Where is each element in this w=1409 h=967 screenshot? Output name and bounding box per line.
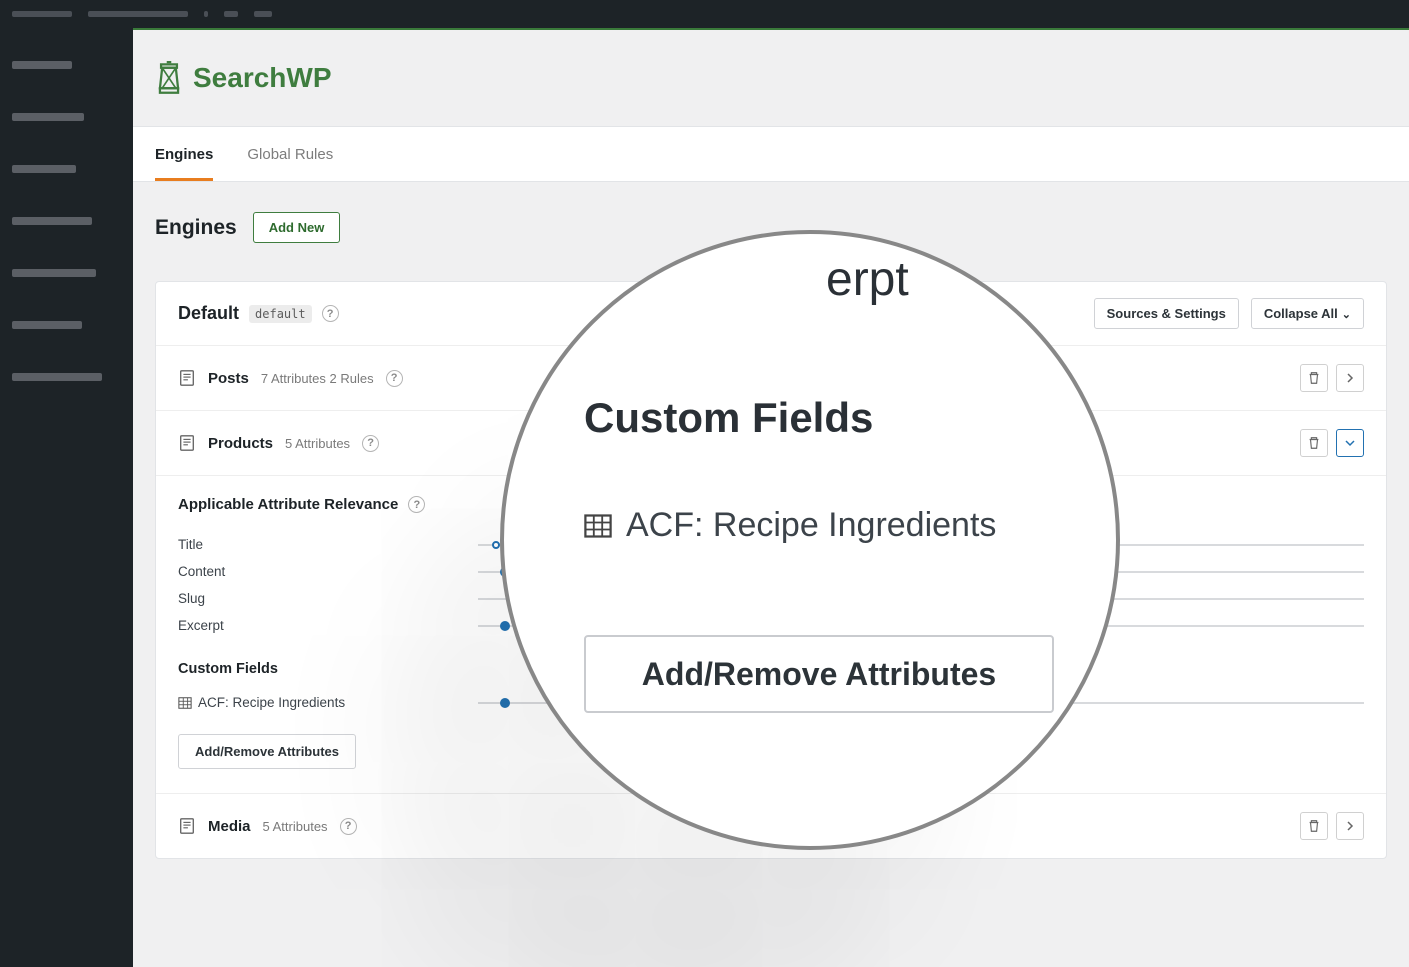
source-meta: 5 Attributes	[285, 436, 350, 451]
lantern-icon	[155, 61, 183, 95]
engines-title: Engines	[155, 216, 237, 240]
attribute-label: Slug	[178, 591, 478, 606]
tab-global-rules[interactable]: Global Rules	[247, 128, 333, 181]
document-icon	[178, 434, 196, 452]
expand-source-button[interactable]	[1336, 812, 1364, 840]
source-name: Products	[208, 435, 273, 452]
help-icon[interactable]: ?	[322, 305, 339, 322]
sidebar-item[interactable]	[0, 256, 133, 290]
sidebar-item[interactable]	[0, 360, 133, 394]
help-icon[interactable]: ?	[386, 370, 403, 387]
expand-source-button[interactable]	[1336, 364, 1364, 392]
engine-slug-tag: default	[249, 305, 312, 323]
add-new-engine-button[interactable]: Add New	[253, 212, 341, 243]
chevron-down-icon	[1345, 438, 1355, 448]
topbar-placeholder	[12, 11, 72, 17]
attribute-label: Content	[178, 564, 478, 579]
tab-engines[interactable]: Engines	[155, 128, 213, 181]
delete-source-button[interactable]	[1300, 364, 1328, 392]
trash-icon	[1307, 436, 1321, 450]
zoom-custom-fields-heading: Custom Fields	[584, 394, 1046, 442]
source-meta: 7 Attributes 2 Rules	[261, 371, 374, 386]
admin-sidebar	[0, 28, 133, 967]
zoom-custom-field-row: ACF: Recipe Ingredients	[584, 506, 1046, 545]
help-icon[interactable]: ?	[408, 496, 425, 513]
table-icon	[178, 696, 198, 710]
sources-settings-button[interactable]: Sources & Settings	[1094, 298, 1239, 329]
topbar-placeholder	[88, 11, 188, 17]
collapse-all-button[interactable]: Collapse All⌄	[1251, 298, 1364, 329]
admin-top-bar	[0, 0, 1409, 28]
sidebar-item[interactable]	[0, 308, 133, 342]
sidebar-item[interactable]	[0, 100, 133, 134]
zoom-add-remove-attributes-button[interactable]: Add/Remove Attributes	[584, 635, 1054, 713]
plugin-header: SearchWP	[133, 30, 1409, 126]
sidebar-item[interactable]	[0, 48, 133, 82]
trash-icon	[1307, 819, 1321, 833]
attribute-label: Excerpt	[178, 618, 478, 633]
attribute-label: Title	[178, 537, 478, 552]
topbar-placeholder	[204, 11, 208, 17]
zoom-callout: erpt Custom Fields ACF: Recipe Ingredien…	[500, 230, 1120, 850]
help-icon[interactable]: ?	[362, 435, 379, 452]
topbar-placeholder	[224, 11, 238, 17]
collapse-source-button[interactable]	[1336, 429, 1364, 457]
brand-name: SearchWP	[193, 62, 332, 94]
chevron-down-icon: ⌄	[1342, 309, 1351, 321]
delete-source-button[interactable]	[1300, 812, 1328, 840]
chevron-right-icon	[1345, 373, 1355, 383]
zoom-field-label: ACF: Recipe Ingredients	[626, 506, 996, 545]
engine-name: Default	[178, 303, 239, 324]
sidebar-item[interactable]	[0, 204, 133, 238]
nav-tabs: Engines Global Rules	[133, 126, 1409, 182]
zoom-partial-text: erpt	[826, 252, 909, 307]
add-remove-attributes-button[interactable]: Add/Remove Attributes	[178, 734, 356, 769]
source-name: Media	[208, 818, 251, 835]
delete-source-button[interactable]	[1300, 429, 1328, 457]
document-icon	[178, 817, 196, 835]
table-icon	[584, 514, 612, 538]
sidebar-item[interactable]	[0, 152, 133, 186]
searchwp-logo: SearchWP	[155, 61, 332, 95]
trash-icon	[1307, 371, 1321, 385]
document-icon	[178, 369, 196, 387]
source-name: Posts	[208, 370, 249, 387]
topbar-placeholder	[254, 11, 272, 17]
source-meta: 5 Attributes	[263, 819, 328, 834]
chevron-right-icon	[1345, 821, 1355, 831]
help-icon[interactable]: ?	[340, 818, 357, 835]
custom-field-label: ACF: Recipe Ingredients	[198, 695, 345, 710]
